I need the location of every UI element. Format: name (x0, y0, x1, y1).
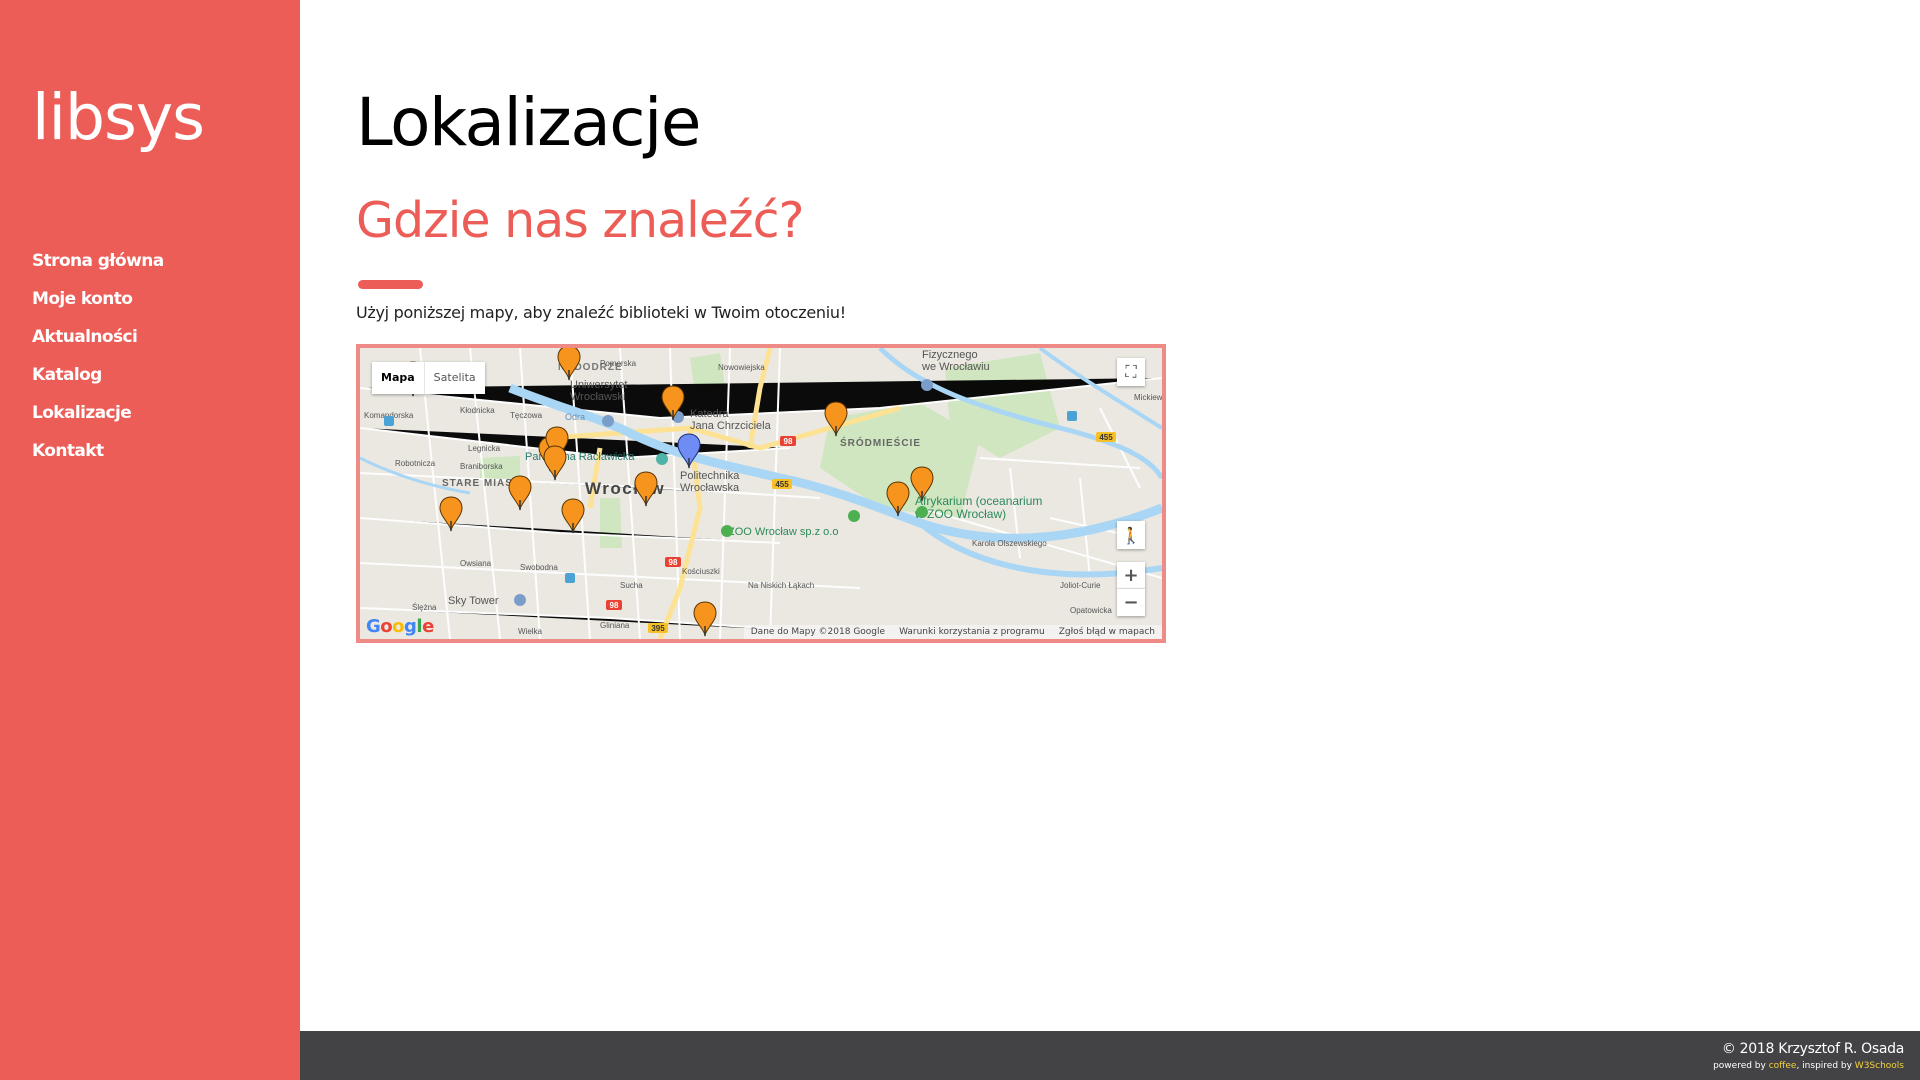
map-label: ŚRÓDMIEŚCIE (840, 436, 921, 449)
poi-icon (656, 453, 668, 465)
map-label: Wrocławska (680, 482, 740, 494)
map-embed[interactable]: 98 455 98 98 455 395 NADODRZE Uniwersyte… (356, 344, 1166, 643)
poi-icon (565, 573, 575, 583)
w3schools-link[interactable]: W3Schools (1855, 1061, 1904, 1071)
logo[interactable]: libsys (32, 86, 205, 149)
map-label: we Wrocławiu (921, 361, 990, 373)
poi-icon (514, 594, 526, 606)
map-label: Na Niskich Łąkach (748, 581, 814, 590)
map-label: Sucha (620, 581, 643, 590)
poi-icon (916, 506, 928, 518)
poi-icon (921, 379, 933, 391)
map-label: Glinianа (600, 621, 630, 630)
coffee-link[interactable]: coffee (1769, 1061, 1797, 1071)
map-label: Tęczowa (510, 411, 543, 420)
map-label: ZOO Wrocław sp.z o.o (728, 526, 838, 538)
copyright: © 2018 Krzysztof R. Osada (1721, 1041, 1904, 1057)
terms-link[interactable]: Warunki korzystania z programu (892, 627, 1052, 637)
road-badge-98: 98 (784, 437, 793, 446)
map-label: Legnicka (468, 444, 501, 453)
map-label: Kościuszki (682, 567, 720, 576)
map-label: Odra (565, 412, 585, 422)
map-type-control: Mapa Satelita (372, 362, 485, 394)
road-badge-455: 455 (775, 480, 789, 489)
map-label: Owsiana (460, 559, 492, 568)
report-error-link[interactable]: Zgłoś błąd w mapach (1052, 627, 1162, 637)
park-area (600, 498, 622, 548)
map-label: w ZOO Wrocław) (914, 507, 1006, 521)
zoom-out-button[interactable]: − (1117, 589, 1145, 616)
map-label: Uniwersytet (570, 379, 627, 391)
map-label: Katedra (690, 408, 729, 420)
poi-icon (721, 525, 733, 537)
nav-item-account[interactable]: Moje konto (32, 286, 164, 324)
page-subtitle: Gdzie nas znaleźć? (356, 192, 805, 249)
map-label: Mickiewicza (1134, 393, 1162, 402)
intro-text: Użyj poniższej mapy, aby znaleźć bibliot… (356, 303, 846, 322)
nav-item-catalog[interactable]: Katalog (32, 362, 164, 400)
nav-item-locations[interactable]: Lokalizacje (32, 400, 164, 438)
powered-by: powered by coffee, inspired by W3Schools (1713, 1061, 1904, 1071)
poi-icon (384, 416, 394, 426)
google-logo[interactable]: Google (366, 616, 434, 637)
road-badge-455: 455 (1099, 433, 1113, 442)
nav-item-contact[interactable]: Kontakt (32, 438, 164, 476)
poi-icon (848, 510, 860, 522)
map-label: Nowowiejska (718, 363, 765, 372)
map-label: Swobodna (520, 563, 558, 572)
map-data-credit: Dane do Mapy ©2018 Google (750, 627, 886, 637)
map-label: Opatowicka (1070, 606, 1112, 615)
nav-menu: Strona główna Moje konto Aktualności Kat… (32, 248, 164, 476)
map-label: Politechnika (680, 470, 740, 482)
map-label: Robotnicza (395, 459, 436, 468)
map-label: Braniborska (460, 462, 503, 471)
map-attribution: Dane do Mapy ©2018 Google Warunki korzys… (743, 625, 1162, 639)
poi-icon (1067, 411, 1077, 421)
fullscreen-icon[interactable]: ⛶ (1117, 358, 1145, 386)
road-badge-98: 98 (669, 558, 678, 567)
map-label: Pomorska (600, 359, 637, 368)
footer: © 2018 Krzysztof R. Osada powered by cof… (300, 1031, 1920, 1080)
map-label: Wrocławski (570, 391, 625, 403)
sidebar: libsys Strona główna Moje konto Aktualno… (0, 0, 300, 1080)
road-badge-98: 98 (610, 601, 619, 610)
pegman-icon[interactable]: 🚶 (1117, 521, 1145, 549)
map-label: Kłodnicka (460, 406, 495, 415)
map-label: Fizycznego (922, 349, 978, 361)
nav-item-home[interactable]: Strona główna (32, 248, 164, 286)
map-type-satellite-button[interactable]: Satelita (423, 362, 485, 394)
zoom-in-button[interactable]: + (1117, 562, 1145, 589)
map-type-map-button[interactable]: Mapa (372, 362, 424, 394)
poi-icon (602, 415, 614, 427)
map-label: Karola Olszewskiego (972, 539, 1047, 548)
map-label: Jana Chrzciciela (690, 420, 772, 432)
map-label: Sky Tower (448, 595, 499, 607)
map-label: Wielka (518, 627, 543, 636)
nav-item-news[interactable]: Aktualności (32, 324, 164, 362)
section-divider (358, 280, 423, 289)
page-title: Lokalizacje (356, 84, 702, 161)
map-label: Joliot-Curie (1060, 581, 1101, 590)
road-badge-395: 395 (651, 624, 665, 633)
map-label: Afrykarium (oceanarium (915, 494, 1042, 508)
map-label: Ślężna (412, 603, 437, 612)
